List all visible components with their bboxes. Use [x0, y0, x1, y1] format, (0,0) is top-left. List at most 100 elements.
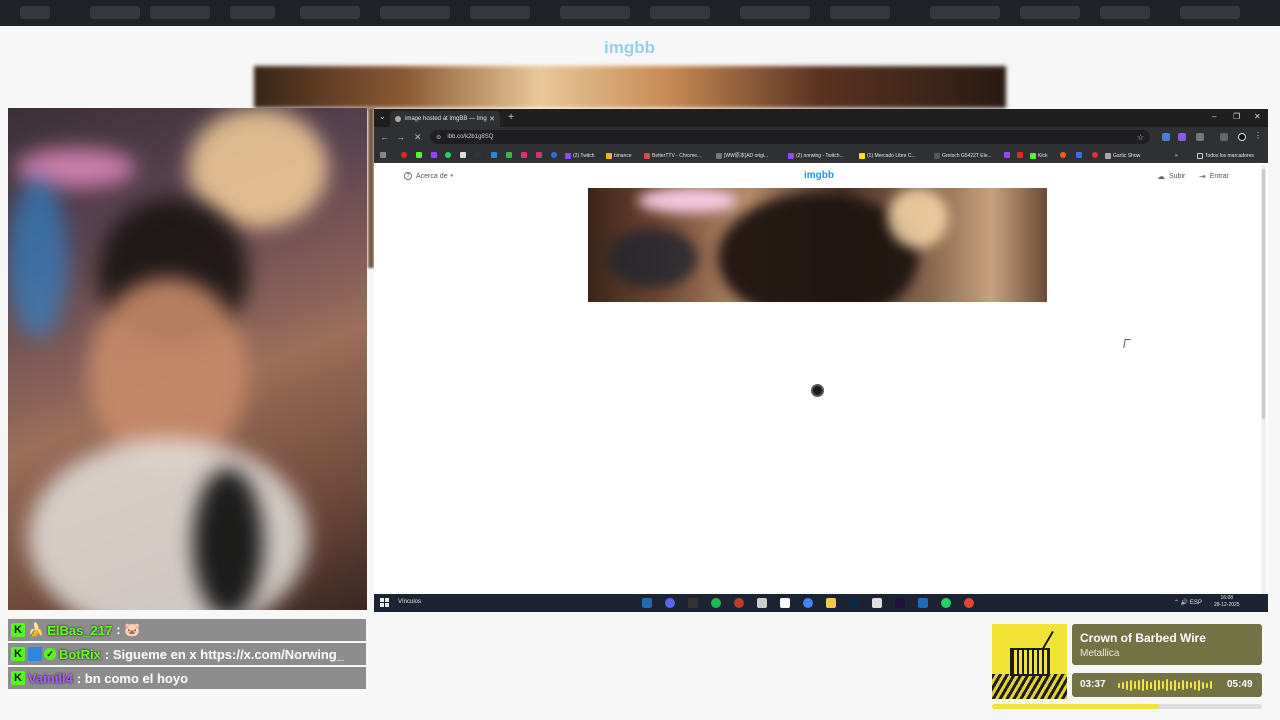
background-hosted-image: [254, 66, 1006, 108]
obs-icon[interactable]: [688, 598, 698, 608]
bookmark-icon[interactable]: [1076, 152, 1082, 158]
language-indicator: ESP: [1189, 600, 1202, 606]
x-icon[interactable]: [460, 152, 466, 158]
background-tab: [740, 6, 810, 19]
about-menu[interactable]: ? Acerca de ▾: [404, 172, 453, 180]
chat-username: ElBas_217: [47, 622, 113, 638]
twitch-icon[interactable]: [1004, 152, 1010, 158]
bookmark-item[interactable]: BetterTTV - Chrome...: [644, 151, 701, 160]
song-title: Crown of Barbed Wire: [1080, 631, 1206, 645]
binance-icon: [606, 152, 612, 159]
background-tab: [1020, 6, 1080, 19]
background-tab: [560, 6, 630, 19]
login-label: Entrar: [1209, 173, 1229, 180]
whatsapp-icon[interactable]: [941, 598, 951, 608]
menu-dots-icon[interactable]: ⋮: [1254, 131, 1262, 140]
login-button[interactable]: ⇥ Entrar: [1199, 172, 1229, 181]
profile-avatar-icon[interactable]: [1238, 133, 1246, 141]
bookmark-star-icon[interactable]: ☆: [1137, 133, 1144, 142]
image-light: [638, 188, 738, 213]
page-scrollbar-thumb[interactable]: [1262, 169, 1265, 419]
tab-imgbb[interactable]: image hosted at ImgBB — Img ✕: [390, 111, 500, 127]
youtube-icon[interactable]: [401, 152, 407, 158]
windows-start-icon[interactable]: [380, 598, 389, 607]
restore-icon[interactable]: ❐: [1233, 112, 1240, 121]
bookmark-item[interactable]: (2) Twitch: [565, 151, 595, 160]
browser-toolbar: ← → ✕ ⚙ ibb.co/k2b1g8SQ ☆ ⋮: [374, 127, 1268, 147]
app-icon[interactable]: [872, 598, 882, 608]
taskbar-clock[interactable]: 16:08 28-12-2025: [1214, 595, 1240, 609]
tab-strip: ⌄ image hosted at ImgBB — Img ✕ + – ❐ ✕: [374, 109, 1268, 127]
stop-loading-icon[interactable]: ✕: [414, 132, 422, 143]
windows-taskbar: Vínculos ⌃ 🔊 ESP 16:08 28-12-2025: [374, 594, 1268, 612]
youtube-icon[interactable]: [1017, 152, 1023, 158]
back-icon[interactable]: ←: [380, 132, 389, 142]
bookmark-item[interactable]: Gartic Show: [1105, 151, 1140, 160]
bookmark-icon[interactable]: [506, 152, 512, 158]
media-control-icon[interactable]: [1220, 133, 1228, 141]
bookmark-item[interactable]: Gretsch G5422T Ele...: [934, 151, 992, 160]
app-icon[interactable]: [780, 598, 790, 608]
all-bookmarks-folder[interactable]: Todos los marcadores: [1197, 151, 1254, 160]
bookmark-icon[interactable]: [491, 152, 497, 158]
chair-left: [8, 178, 68, 338]
bookmark-icon[interactable]: [1092, 152, 1098, 158]
waveform-bar: [1170, 680, 1172, 690]
more-bookmarks-icon[interactable]: »: [1175, 151, 1178, 160]
chrome-active-icon[interactable]: [964, 598, 974, 608]
bookmark-item[interactable]: Kick: [1030, 151, 1047, 160]
browser-window: ⌄ image hosted at ImgBB — Img ✕ + – ❐ ✕ …: [374, 109, 1268, 612]
apps-grid-icon[interactable]: [380, 152, 386, 158]
bookmark-icon[interactable]: [1060, 152, 1066, 158]
tab-search-icon[interactable]: ⌄: [379, 112, 386, 121]
about-label: Acerca de: [416, 172, 448, 180]
app-icon[interactable]: [734, 598, 744, 608]
bookmark-icon[interactable]: [551, 152, 557, 158]
system-tray[interactable]: ⌃ 🔊 ESP: [1174, 599, 1202, 606]
instagram-icon[interactable]: [521, 152, 527, 158]
bookmark-item[interactable]: (2) norwing - Twitch...: [788, 151, 844, 160]
new-tab-button[interactable]: +: [505, 112, 517, 124]
kick-icon[interactable]: [416, 152, 422, 158]
minimize-icon[interactable]: –: [1212, 112, 1216, 121]
forward-icon[interactable]: →: [396, 132, 405, 142]
steam-icon[interactable]: [642, 598, 652, 608]
site-info-icon[interactable]: ⚙: [436, 134, 441, 141]
steam-icon[interactable]: [918, 598, 928, 608]
bookmark-icon[interactable]: [536, 152, 542, 158]
bookmark-label: (1) Mercado Libre C...: [867, 152, 916, 159]
discord-icon[interactable]: [665, 598, 675, 608]
extension-icon[interactable]: [1178, 133, 1186, 141]
tab-close-icon[interactable]: ✕: [489, 115, 495, 123]
bookmark-icon: [716, 152, 722, 159]
spotify-icon[interactable]: [711, 598, 721, 608]
photoshop-icon[interactable]: [849, 598, 859, 608]
upload-button[interactable]: ☁ Subir: [1157, 172, 1185, 181]
file-explorer-icon[interactable]: [826, 598, 836, 608]
album-art-crib: [1010, 648, 1050, 676]
tiktok-icon[interactable]: [475, 152, 481, 158]
clock-date: 28-12-2025: [1214, 602, 1240, 608]
chrome-icon[interactable]: [803, 598, 813, 608]
extensions-puzzle-icon[interactable]: [1196, 133, 1204, 141]
close-window-icon[interactable]: ✕: [1254, 112, 1261, 121]
app-icon[interactable]: [757, 598, 767, 608]
chat-message: K 🍌 ElBas_217 : 🐷: [8, 619, 366, 641]
address-bar[interactable]: ⚙ ibb.co/k2b1g8SQ ☆: [430, 130, 1150, 144]
bookmark-label: Gartic Show: [1113, 152, 1141, 159]
chat-message: K ✓ BotRix : Sigueme en x https://x.com/…: [8, 643, 366, 665]
premiere-icon[interactable]: [895, 598, 905, 608]
whatsapp-icon[interactable]: [445, 152, 451, 158]
extension-icon[interactable]: [1162, 133, 1170, 141]
bookmark-item[interactable]: [WW原本]AD origi...: [716, 151, 768, 160]
bookmark-item[interactable]: (1) Mercado Libre C...: [859, 151, 916, 160]
links-toolbar-label[interactable]: Vínculos: [398, 599, 421, 605]
image-chair: [608, 228, 698, 288]
hosted-image[interactable]: [588, 188, 1047, 302]
twitch-icon[interactable]: [431, 152, 437, 158]
waveform-bar: [1150, 681, 1152, 689]
bookmark-item[interactable]: binance: [606, 151, 632, 160]
waveform-bar: [1210, 681, 1212, 689]
waveform-bar: [1166, 679, 1168, 691]
imgbb-logo[interactable]: imgbb: [804, 170, 834, 181]
